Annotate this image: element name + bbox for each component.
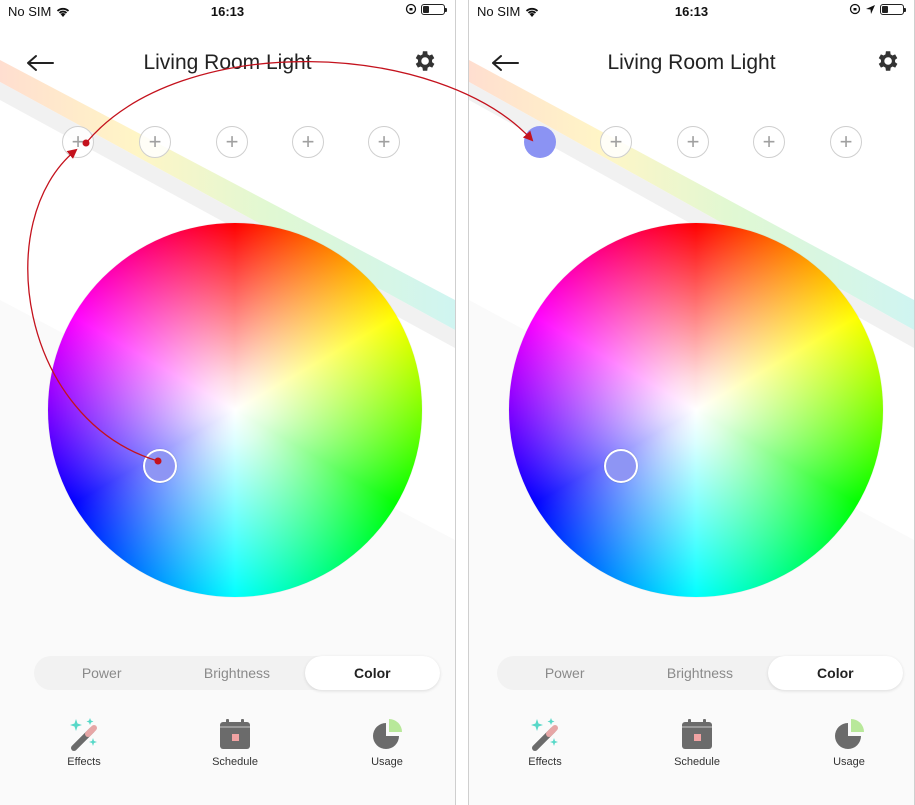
- orientation-lock-icon: [849, 3, 861, 15]
- status-bar: No SIM 16:13: [469, 0, 914, 22]
- preset-slot-5[interactable]: +: [368, 126, 400, 158]
- color-presets: + + + +: [469, 126, 914, 162]
- preset-slot-1-selected[interactable]: [524, 126, 556, 158]
- color-picker-handle[interactable]: [143, 449, 177, 483]
- plus-icon: +: [762, 129, 776, 154]
- orientation-lock-icon: [405, 3, 417, 15]
- preset-slot-4[interactable]: +: [753, 126, 785, 158]
- settings-button[interactable]: [411, 48, 441, 78]
- pie-chart-icon: [835, 719, 864, 749]
- tab-brightness[interactable]: Brightness: [632, 656, 767, 690]
- tab-color[interactable]: Color: [304, 656, 440, 690]
- color-wheel[interactable]: [48, 223, 422, 597]
- calendar-icon: [220, 719, 250, 749]
- magic-wand-icon: [70, 718, 97, 751]
- magic-wand-icon: [531, 718, 558, 751]
- plus-icon: +: [686, 129, 700, 154]
- battery-icon: [421, 3, 447, 15]
- app-header: Living Room Light: [469, 38, 914, 90]
- status-right-icons: [405, 3, 447, 15]
- pie-chart-icon: [373, 719, 402, 749]
- plus-icon: +: [377, 129, 391, 154]
- preset-slot-5[interactable]: +: [830, 126, 862, 158]
- screen-divider: [456, 0, 468, 805]
- plus-icon: +: [71, 129, 85, 154]
- nav-schedule[interactable]: Schedule: [195, 716, 275, 768]
- clock: 16:13: [210, 4, 245, 19]
- plus-icon: +: [148, 129, 162, 154]
- nav-schedule-label: Schedule: [212, 756, 258, 768]
- nav-effects[interactable]: Effects: [44, 716, 124, 768]
- tab-power[interactable]: Power: [34, 656, 169, 690]
- preset-slot-1[interactable]: +: [62, 126, 94, 158]
- calendar-icon: [682, 719, 712, 749]
- gear-icon: [415, 51, 435, 71]
- phone-screen-after: No SIM 16:13 Living Room Light + + + + P…: [468, 0, 915, 805]
- status-bar: No SIM 16:13: [0, 0, 455, 22]
- preset-slot-3[interactable]: +: [216, 126, 248, 158]
- color-presets: + + + + +: [0, 126, 455, 162]
- nav-usage-label: Usage: [833, 756, 865, 768]
- tab-power[interactable]: Power: [497, 656, 632, 690]
- plus-icon: +: [609, 129, 623, 154]
- settings-button[interactable]: [874, 48, 904, 78]
- nav-effects-label: Effects: [67, 756, 101, 768]
- nav-usage-label: Usage: [371, 756, 403, 768]
- battery-icon: [880, 3, 906, 15]
- bottom-nav: Effects Schedule Usage: [469, 716, 914, 776]
- mode-tabs: Power Brightness Color: [34, 656, 440, 690]
- bottom-nav: Effects Schedule Usage: [0, 716, 455, 776]
- gear-icon: [878, 51, 898, 71]
- tab-color[interactable]: Color: [767, 656, 903, 690]
- tab-brightness[interactable]: Brightness: [169, 656, 304, 690]
- app-header: Living Room Light: [0, 38, 455, 90]
- preset-slot-2[interactable]: +: [139, 126, 171, 158]
- page-title: Living Room Light: [143, 51, 312, 74]
- phone-screen-before: No SIM 16:13 Living Room Light + + + + +…: [0, 0, 456, 805]
- nav-usage[interactable]: Usage: [347, 716, 427, 768]
- plus-icon: +: [225, 129, 239, 154]
- status-right-icons: [849, 3, 906, 15]
- nav-effects-label: Effects: [528, 756, 562, 768]
- plus-icon: +: [301, 129, 315, 154]
- color-wheel[interactable]: [509, 223, 883, 597]
- nav-effects[interactable]: Effects: [505, 716, 585, 768]
- plus-icon: +: [839, 129, 853, 154]
- preset-slot-4[interactable]: +: [292, 126, 324, 158]
- preset-slot-2[interactable]: +: [600, 126, 632, 158]
- nav-schedule-label: Schedule: [674, 756, 720, 768]
- mode-tabs: Power Brightness Color: [497, 656, 903, 690]
- color-picker-handle[interactable]: [604, 449, 638, 483]
- page-title: Living Room Light: [607, 51, 776, 74]
- clock: 16:13: [674, 4, 709, 19]
- preset-slot-3[interactable]: +: [677, 126, 709, 158]
- nav-schedule[interactable]: Schedule: [657, 716, 737, 768]
- location-arrow-icon: [866, 4, 875, 14]
- nav-usage[interactable]: Usage: [809, 716, 889, 768]
